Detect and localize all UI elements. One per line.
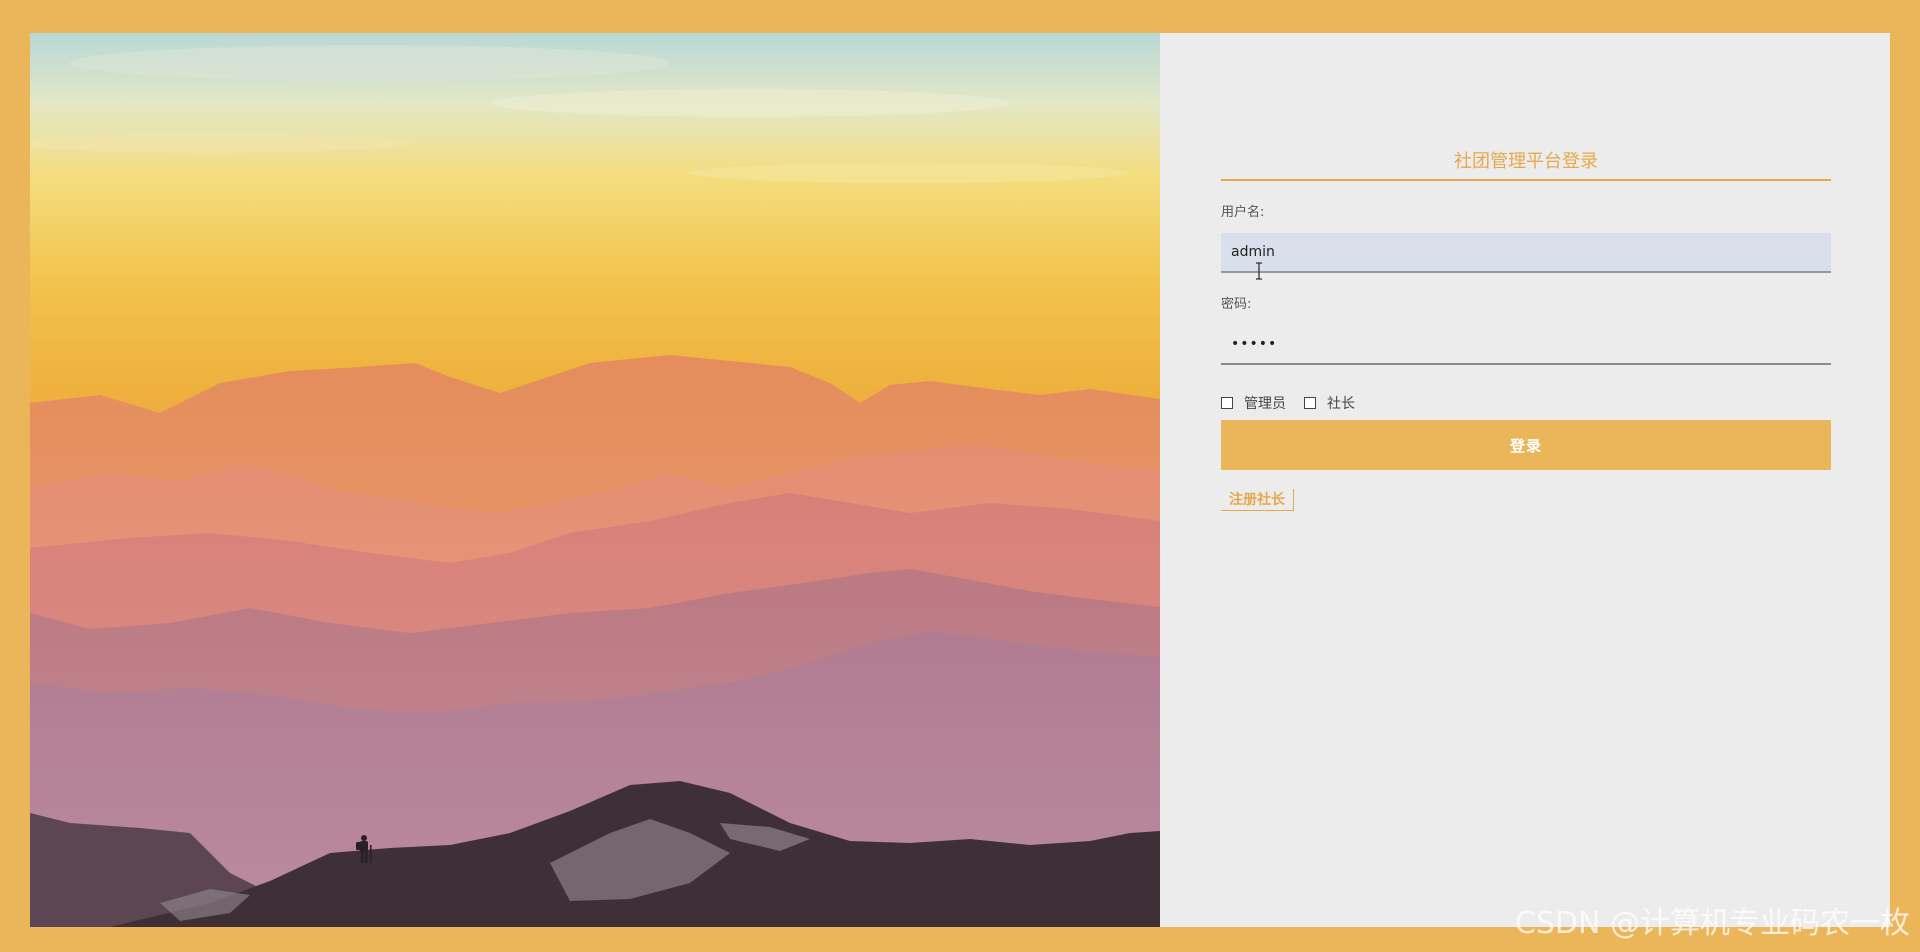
username-input[interactable] xyxy=(1221,233,1831,273)
login-title: 社团管理平台登录 xyxy=(1221,151,1831,181)
register-president-link[interactable]: 注册社长 xyxy=(1221,489,1294,511)
role-selector: 管理员 社长 xyxy=(1221,393,1831,413)
password-label: 密码: xyxy=(1221,297,1252,312)
president-checkbox[interactable] xyxy=(1304,397,1316,409)
role-option-admin[interactable]: 管理员 xyxy=(1221,393,1286,413)
login-panel: 社团管理平台登录 用户名: 密码: 管理员 社长 登录 注册社长 xyxy=(1160,33,1890,927)
watermark-text: CSDN @计算机专业码农一枚 xyxy=(1514,906,1910,941)
president-checkbox-label: 社长 xyxy=(1327,396,1355,412)
admin-checkbox-label: 管理员 xyxy=(1244,396,1286,412)
text-cursor-icon xyxy=(1256,262,1262,280)
password-input[interactable] xyxy=(1221,325,1831,365)
role-option-president[interactable]: 社长 xyxy=(1304,393,1355,413)
mountain-sunset-image xyxy=(30,33,1160,927)
username-label: 用户名: xyxy=(1221,205,1265,220)
login-button[interactable]: 登录 xyxy=(1221,420,1831,470)
login-form: 社团管理平台登录 用户名: 密码: 管理员 社长 登录 注册社长 xyxy=(1221,151,1831,511)
login-page-frame: 社团管理平台登录 用户名: 密码: 管理员 社长 登录 注册社长 xyxy=(30,33,1890,927)
admin-checkbox[interactable] xyxy=(1221,397,1233,409)
